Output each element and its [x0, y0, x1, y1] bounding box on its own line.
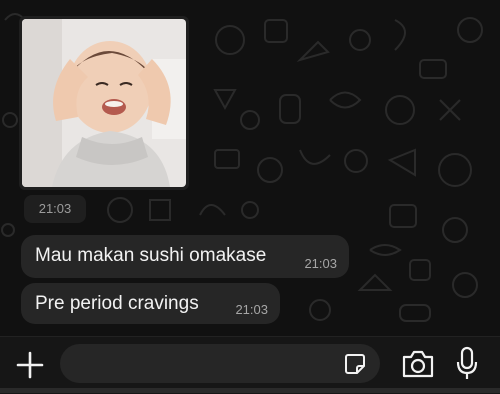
message-bubble[interactable]: Mau makan sushi omakase 21:03 [21, 235, 349, 278]
camera-icon[interactable] [401, 349, 435, 379]
message-time: 21:03 [235, 302, 268, 317]
bottom-edge [0, 388, 500, 393]
composer-bar [0, 336, 500, 394]
image-message[interactable] [19, 16, 189, 190]
message-text: Pre period cravings [35, 293, 199, 314]
message-time: 21:03 [304, 256, 337, 271]
plus-icon[interactable] [14, 349, 46, 381]
child-photo-image [22, 19, 186, 187]
sticker-icon[interactable] [344, 353, 366, 375]
message-bubble[interactable]: Pre period cravings 21:03 [21, 283, 280, 324]
chat-area: 21:03 Mau makan sushi omakase 21:03 Pre … [0, 0, 500, 336]
image-timestamp: 21:03 [24, 195, 86, 223]
microphone-icon[interactable] [455, 346, 479, 382]
message-text: Mau makan sushi omakase [35, 245, 267, 266]
message-input[interactable] [60, 344, 380, 383]
